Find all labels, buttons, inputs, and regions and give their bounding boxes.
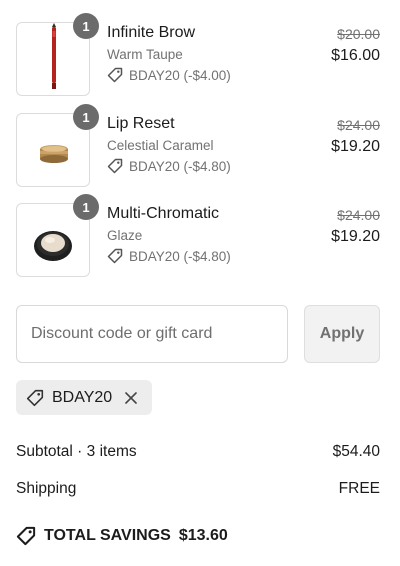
line-item: 1 Infinite Brow Warm Taupe BDAY20 (-$4.0… <box>16 13 380 96</box>
savings-value: $13.60 <box>178 527 228 544</box>
item-discount-text: BDAY20 (-$4.80) <box>129 158 231 174</box>
item-price: $19.20 <box>331 228 380 245</box>
shipping-label: Shipping <box>16 480 77 497</box>
item-discount: BDAY20 (-$4.00) <box>107 67 231 83</box>
product-name: Infinite Brow <box>107 24 196 41</box>
original-price: $20.00 <box>337 26 380 42</box>
shipping-value: FREE <box>338 480 380 497</box>
product-variant: Glaze <box>107 228 143 243</box>
product-name: Lip Reset <box>107 115 175 132</box>
product-name: Multi-Chromatic <box>107 205 220 222</box>
item-price: $19.20 <box>331 138 380 155</box>
total-savings: TOTAL SAVINGS $13.60 <box>16 526 228 546</box>
tag-icon <box>107 248 123 264</box>
item-discount: BDAY20 (-$4.80) <box>107 158 231 174</box>
applied-discount-code: BDAY20 <box>52 388 113 406</box>
quantity-badge: 1 <box>73 13 99 39</box>
original-price: $24.00 <box>337 117 380 133</box>
product-variant: Warm Taupe <box>107 47 183 62</box>
tag-icon <box>16 526 36 546</box>
tag-icon <box>26 389 44 406</box>
subtotal-label: Subtotal · 3 items <box>16 443 137 460</box>
item-discount-text: BDAY20 (-$4.80) <box>129 248 231 264</box>
apply-button[interactable]: Apply <box>304 305 380 363</box>
discount-code-input[interactable] <box>16 305 288 363</box>
quantity-badge: 1 <box>73 194 99 220</box>
original-price: $24.00 <box>337 207 380 223</box>
close-icon[interactable] <box>124 391 138 405</box>
tag-icon <box>107 67 123 83</box>
subtotal-value: $54.40 <box>332 443 380 460</box>
quantity-badge: 1 <box>73 104 99 130</box>
line-item: 1 Multi-Chromatic Glaze BDAY20 (-$4.80) … <box>16 194 380 277</box>
savings-label: TOTAL SAVINGS <box>44 527 171 544</box>
item-discount: BDAY20 (-$4.80) <box>107 248 231 264</box>
item-discount-text: BDAY20 (-$4.00) <box>129 67 231 83</box>
subtotal-row: Subtotal · 3 items $54.40 <box>16 443 380 461</box>
item-price: $16.00 <box>331 47 380 64</box>
applied-discount-chip: BDAY20 <box>16 380 152 415</box>
shipping-row: Shipping FREE <box>16 480 380 498</box>
tag-icon <box>107 158 123 174</box>
product-variant: Celestial Caramel <box>107 138 214 153</box>
line-item: 1 Lip Reset Celestial Caramel BDAY20 (-$… <box>16 104 380 187</box>
